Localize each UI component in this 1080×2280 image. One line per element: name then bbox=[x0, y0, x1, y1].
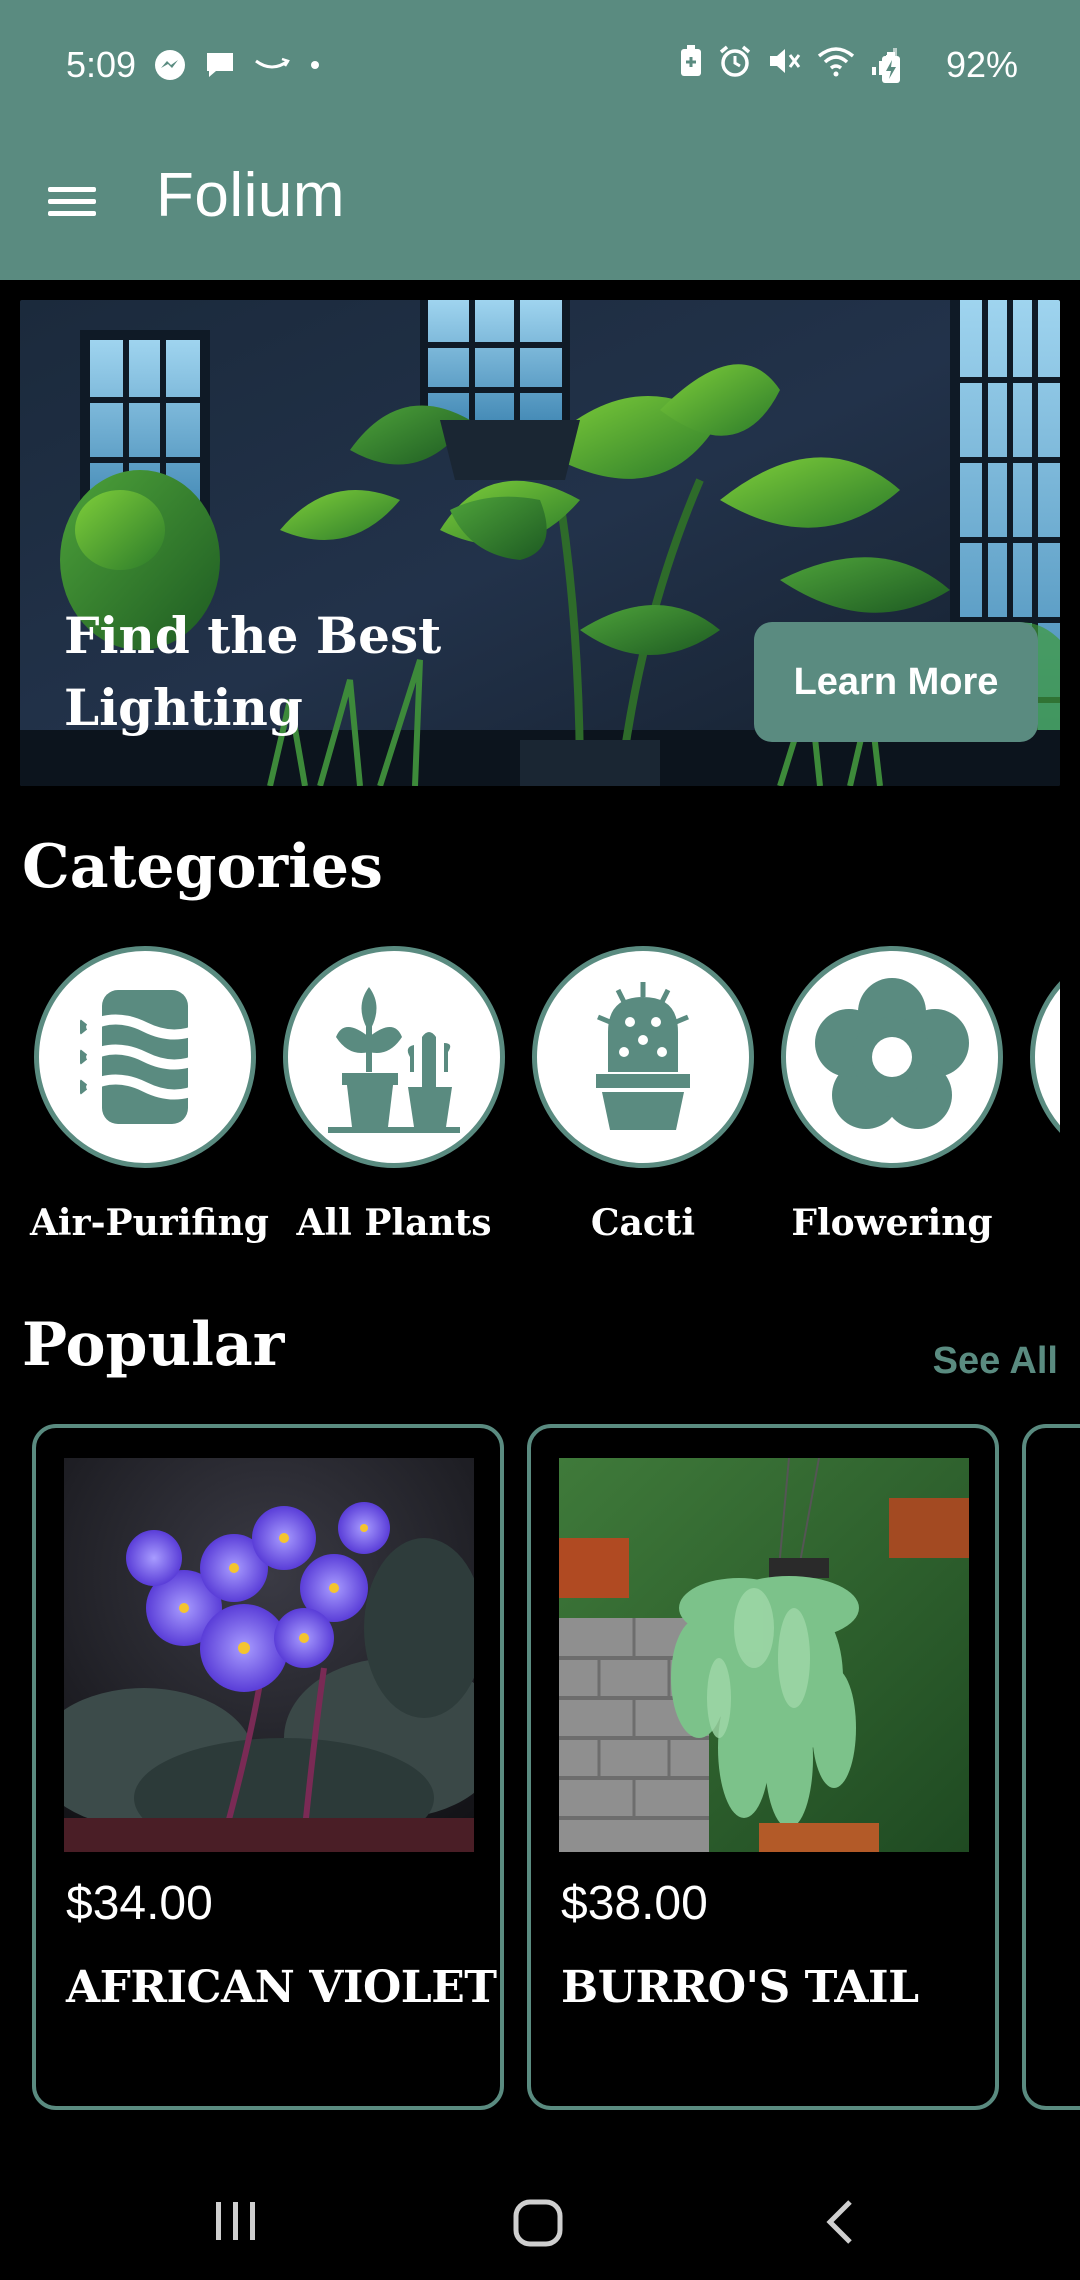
category-circle bbox=[283, 946, 505, 1168]
back-icon[interactable] bbox=[822, 2198, 858, 2251]
category-label: Flowering bbox=[791, 1202, 993, 1244]
product-price: $34.00 bbox=[66, 1877, 213, 1930]
learn-more-button[interactable]: Learn More bbox=[754, 622, 1038, 742]
product-image bbox=[559, 1458, 969, 1852]
category-circle bbox=[781, 946, 1003, 1168]
category-partial[interactable] bbox=[1026, 946, 1060, 1168]
recents-icon[interactable] bbox=[212, 2198, 260, 2249]
product-image bbox=[64, 1458, 474, 1852]
popular-carousel[interactable]: $34.00 AFRICAN VIOLET $38.00 BURRO'S TAI… bbox=[0, 1424, 1080, 2114]
product-name: BURRO'S TAIL bbox=[561, 1962, 919, 2013]
hero-banner: Find the Best Lighting Learn More bbox=[20, 300, 1060, 786]
product-card-partial[interactable] bbox=[1022, 1424, 1080, 2110]
category-label: Cacti bbox=[590, 1202, 696, 1244]
status-bar: 5:09 92% bbox=[0, 0, 1080, 130]
category-cacti[interactable]: Cacti bbox=[528, 946, 758, 1244]
battery-percent: 92% bbox=[945, 44, 1018, 85]
category-label: All Plants bbox=[296, 1202, 492, 1244]
hero-title: Find the Best Lighting bbox=[64, 606, 442, 737]
category-flowering[interactable]: Flowering bbox=[777, 946, 1007, 1244]
alarm-icon bbox=[718, 44, 752, 78]
category-circle bbox=[1030, 946, 1060, 1168]
messenger-icon bbox=[154, 49, 186, 81]
app-title: Folium bbox=[156, 161, 346, 230]
see-all-link[interactable]: See All bbox=[933, 1340, 1058, 1383]
battery-icon bbox=[880, 52, 902, 84]
category-circle bbox=[34, 946, 256, 1168]
category-air-purifying[interactable]: Air-Purifing bbox=[30, 946, 269, 1244]
battery-saver-icon bbox=[678, 44, 704, 78]
mute-icon bbox=[766, 44, 802, 78]
chat-icon bbox=[204, 49, 236, 81]
product-price: $38.00 bbox=[561, 1877, 708, 1930]
category-circle bbox=[532, 946, 754, 1168]
home-icon[interactable] bbox=[512, 2198, 564, 2253]
system-nav-bar bbox=[0, 2160, 1080, 2280]
categories-carousel[interactable]: Air-Purifing All Plants Cacti Flowering bbox=[0, 946, 1060, 1266]
categories-title: Categories bbox=[22, 832, 383, 902]
category-label: Air-Purifing bbox=[30, 1202, 269, 1244]
air-purifying-icon bbox=[80, 990, 205, 1124]
category-all-plants[interactable]: All Plants bbox=[279, 946, 509, 1244]
hamburger-menu-icon[interactable] bbox=[48, 180, 98, 230]
cactus-icon bbox=[596, 982, 690, 1130]
product-name: AFRICAN VIOLET bbox=[66, 1962, 497, 2013]
dot-icon bbox=[308, 58, 322, 72]
flower-icon bbox=[815, 978, 969, 1129]
wifi-icon bbox=[816, 44, 856, 78]
popular-title: Popular bbox=[22, 1310, 285, 1380]
status-time: 5:09 bbox=[66, 44, 137, 85]
product-card[interactable]: $34.00 AFRICAN VIOLET bbox=[32, 1424, 504, 2110]
plants-icon bbox=[328, 987, 460, 1133]
app-bar: Folium bbox=[0, 130, 1080, 280]
product-card[interactable]: $38.00 BURRO'S TAIL bbox=[527, 1424, 999, 2110]
amazon-icon bbox=[254, 53, 290, 77]
